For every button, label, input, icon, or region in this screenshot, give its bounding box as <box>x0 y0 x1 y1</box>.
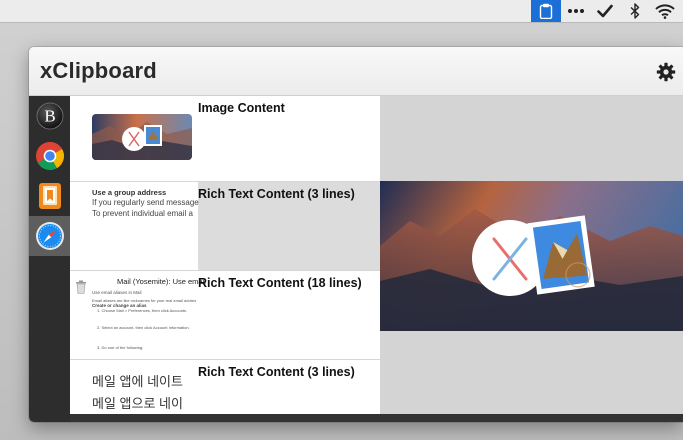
sidebar-item-safari[interactable] <box>29 216 70 256</box>
preview-pane <box>380 96 683 416</box>
menubar-clipboard-icon[interactable] <box>531 0 561 22</box>
clip-row-rich-text[interactable]: 메일 앱에 네이트 메일 앱으로 네이 Rich Text Content (3… <box>70 360 380 416</box>
clip-row-rich-text[interactable]: Mail (Yosemite): Use email Use email ali… <box>70 271 380 360</box>
bbedit-letter: B <box>44 107 55 126</box>
safari-icon <box>35 222 64 250</box>
clip-thumbnail-text: Mail (Yosemite): Use email Use email ali… <box>70 271 206 359</box>
sidebar-item-bbedit[interactable]: B <box>29 96 70 136</box>
clip-title: Rich Text Content (18 lines) <box>198 276 362 290</box>
snippet-line: 메일 앱에 네이트 <box>92 374 183 389</box>
sidebar-item-ibooks[interactable] <box>29 176 70 216</box>
menubar-bluetooth-icon[interactable] <box>624 0 646 22</box>
menubar-more-icon[interactable] <box>565 0 587 22</box>
menubar-wifi-icon[interactable] <box>652 0 678 22</box>
app-title: xClipboard <box>40 58 157 83</box>
sidebar-item-chrome[interactable] <box>29 136 70 176</box>
clip-thumbnail-image <box>92 114 192 160</box>
clip-title: Image Content <box>198 101 285 115</box>
gear-icon[interactable] <box>656 62 676 82</box>
title-bar: xClipboard <box>29 47 683 96</box>
app-window: xClipboard B Image Content Use a group a… <box>29 47 683 422</box>
bottom-strip <box>70 414 683 422</box>
clip-row-image[interactable]: Image Content <box>70 96 380 182</box>
clip-thumbnail-text: 메일 앱에 네이트 메일 앱으로 네이 <box>70 360 198 416</box>
menu-bar <box>0 0 683 23</box>
clip-title: Rich Text Content (3 lines) <box>198 365 355 379</box>
snippet-heading: Mail (Yosemite): Use email <box>117 277 206 286</box>
snippet-line: 1. Choose Mail > Preferences, then click… <box>97 308 188 313</box>
snippet-line: Use a group address <box>92 188 167 197</box>
chrome-icon <box>35 142 64 170</box>
snippet-line: To prevent individual email a <box>92 209 193 218</box>
snippet-line: 메일 앱으로 네이 <box>92 396 183 411</box>
clip-thumbnail-text: Use a group address If you regularly sen… <box>70 182 199 270</box>
snippet-line: If you regularly send message <box>92 198 199 207</box>
snippet-line: 3. Do one of the following: <box>97 345 144 350</box>
clip-title: Rich Text Content (3 lines) <box>198 187 355 201</box>
trash-icon <box>76 280 86 294</box>
app-sidebar: B <box>29 96 70 422</box>
menubar-checkmark-icon[interactable] <box>594 0 616 22</box>
ibooks-icon <box>38 183 61 209</box>
snippet-line: Use email aliases in Mail <box>92 290 142 295</box>
snippet-line: 2. Select an account, then click Account… <box>97 325 190 330</box>
clip-row-rich-text[interactable]: Use a group address If you regularly sen… <box>70 182 380 271</box>
clip-list: Image Content Use a group address If you… <box>70 96 380 416</box>
preview-image <box>380 181 683 331</box>
bbedit-icon: B <box>36 102 63 130</box>
